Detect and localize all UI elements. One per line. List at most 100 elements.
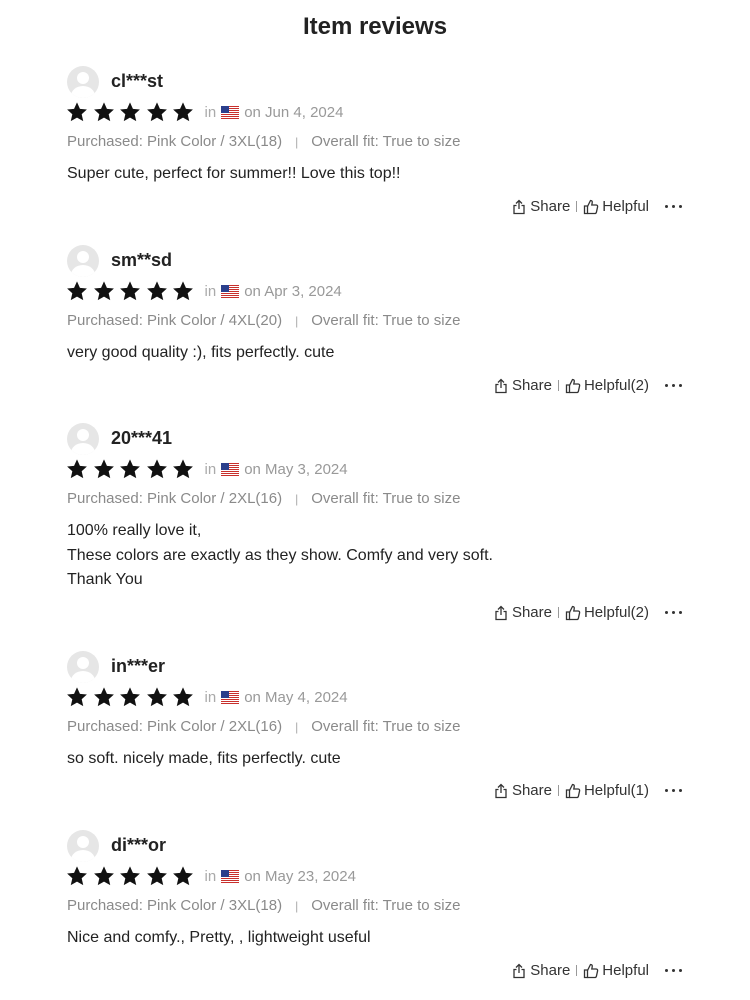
rating-row: in on Jun 4, 2024	[66, 100, 343, 124]
review-text: very good quality :), fits perfectly. cu…	[67, 344, 335, 361]
action-divider	[576, 201, 578, 212]
overall-fit: Overall fit: True to size	[311, 897, 461, 914]
us-flag-icon	[221, 869, 240, 883]
review-date: on May 23, 2024	[244, 867, 356, 885]
in-label: in	[204, 460, 217, 478]
purchase-meta: Purchased: Pink Color / 2XL(16) | Overall …	[67, 489, 460, 509]
meta-separator: |	[295, 720, 299, 734]
purchase-meta: Purchased: Pink Color / 2XL(16) | Overall …	[67, 717, 460, 737]
purchased-variant: Purchased: Pink Color / 2XL(16)	[67, 718, 283, 735]
review-text: Super cute, perfect for summer!! Love th…	[67, 165, 401, 182]
in-label: in	[204, 282, 217, 300]
thumbs-up-icon	[583, 199, 602, 215]
overall-fit: Overall fit: True to size	[311, 718, 461, 735]
review-actions: Share Helpful(2)	[493, 604, 684, 621]
meta-separator: |	[295, 135, 299, 149]
thumbs-up-icon	[583, 963, 602, 979]
star-icon	[172, 865, 194, 887]
helpful-label: Helpful(2)	[583, 377, 649, 394]
in-label: in	[204, 103, 217, 121]
overall-fit: Overall fit: True to size	[311, 312, 461, 329]
avatar[interactable]	[67, 830, 99, 862]
more-icon[interactable]	[663, 205, 684, 208]
purchased-variant: Purchased: Pink Color / 2XL(16)	[67, 490, 283, 507]
more-icon[interactable]	[663, 384, 684, 387]
review-text: Nice and comfy., Pretty, , lightweight u…	[67, 929, 371, 946]
meta-separator: |	[295, 314, 299, 328]
rating-row: in on May 3, 2024	[66, 457, 348, 481]
reviewer-name: in***er	[111, 656, 166, 676]
share-button[interactable]: Share	[493, 377, 552, 394]
overall-fit: Overall fit: True to size	[311, 133, 461, 150]
review-actions: Share Helpful	[511, 198, 684, 215]
helpful-label: Helpful	[602, 962, 649, 979]
star-icon	[93, 865, 115, 887]
star-icon	[93, 458, 115, 480]
helpful-button[interactable]: Helpful(1)	[565, 782, 649, 799]
star-icon	[172, 101, 194, 123]
rating-row: in on May 23, 2024	[66, 864, 356, 888]
star-icon	[172, 686, 194, 708]
helpful-button[interactable]: Helpful	[583, 198, 649, 215]
avatar[interactable]	[67, 66, 99, 98]
share-label: Share	[530, 962, 571, 979]
review-actions: Share Helpful(2)	[493, 377, 684, 394]
thumbs-up-icon	[565, 378, 584, 394]
star-icon	[119, 865, 141, 887]
star-icon	[146, 280, 168, 302]
share-label: Share	[530, 198, 571, 215]
review-text: 100% really love it, These colors are ex…	[67, 522, 493, 588]
reviewer-name: sm**sd	[111, 250, 173, 270]
star-icon	[93, 686, 115, 708]
helpful-button[interactable]: Helpful(2)	[565, 377, 649, 394]
review-date: on Apr 3, 2024	[244, 282, 342, 300]
purchased-variant: Purchased: Pink Color / 3XL(18)	[67, 133, 283, 150]
share-button[interactable]: Share	[493, 604, 552, 621]
star-rating	[66, 865, 199, 887]
helpful-label: Helpful(1)	[583, 782, 649, 799]
us-flag-icon	[221, 462, 240, 476]
share-button[interactable]: Share	[511, 962, 570, 979]
review-date: on May 3, 2024	[244, 460, 348, 478]
purchased-variant: Purchased: Pink Color / 4XL(20)	[67, 312, 283, 329]
in-label: in	[204, 867, 217, 885]
share-label: Share	[511, 782, 552, 799]
star-icon	[66, 101, 88, 123]
reviewer-name: di***or	[111, 835, 167, 855]
share-button[interactable]: Share	[511, 198, 570, 215]
share-icon	[511, 199, 530, 215]
star-icon	[119, 458, 141, 480]
share-label: Share	[511, 377, 552, 394]
more-icon[interactable]	[663, 611, 684, 614]
star-icon	[119, 686, 141, 708]
star-rating	[66, 280, 199, 302]
star-icon	[66, 865, 88, 887]
action-divider	[557, 607, 559, 618]
avatar[interactable]	[67, 245, 99, 277]
star-rating	[66, 101, 199, 123]
avatar[interactable]	[67, 651, 99, 683]
action-divider	[557, 380, 559, 391]
more-icon[interactable]	[663, 789, 684, 792]
action-divider	[576, 965, 578, 976]
rating-row: in on Apr 3, 2024	[66, 279, 342, 303]
star-icon	[93, 280, 115, 302]
in-label: in	[204, 688, 217, 706]
helpful-label: Helpful	[602, 198, 649, 215]
share-button[interactable]: Share	[493, 782, 552, 799]
star-icon	[146, 686, 168, 708]
more-icon[interactable]	[663, 969, 684, 972]
share-icon	[493, 605, 512, 621]
review-actions: Share Helpful(1)	[493, 782, 684, 799]
review-actions: Share Helpful	[511, 962, 684, 979]
avatar[interactable]	[67, 423, 99, 455]
star-rating	[66, 458, 199, 480]
star-icon	[172, 458, 194, 480]
action-divider	[557, 785, 559, 796]
helpful-button[interactable]: Helpful(2)	[565, 604, 649, 621]
thumbs-up-icon	[565, 605, 584, 621]
helpful-button[interactable]: Helpful	[583, 962, 649, 979]
star-icon	[66, 686, 88, 708]
review-date: on May 4, 2024	[244, 688, 348, 706]
helpful-label: Helpful(2)	[583, 604, 649, 621]
